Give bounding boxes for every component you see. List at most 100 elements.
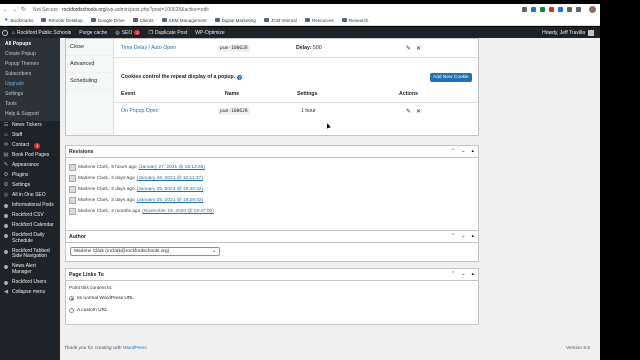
seo-menu[interactable]: ◎ SEO 1 <box>111 30 144 36</box>
option-custom-url-label: A custom URL <box>77 308 108 313</box>
submenu-item[interactable]: Help & Support <box>0 109 60 119</box>
sidebar-item[interactable]: Rockford CSV <box>0 211 60 221</box>
sidebar-item[interactable]: ☺ Staff <box>0 131 60 141</box>
bookmark-item[interactable]: SEM Management <box>161 18 207 23</box>
submenu-item[interactable]: Create Popup <box>0 49 60 59</box>
toggle-panel-icon[interactable]: ▴ <box>471 271 474 277</box>
extension-icon[interactable] <box>531 7 536 12</box>
bookmark-item[interactable]: Resources <box>304 18 334 23</box>
user-menu[interactable]: Howdy, Jeff Travilla <box>542 29 600 36</box>
site-name[interactable]: ⌂ Rockford Public Schools <box>8 30 75 36</box>
sidebar-item-label: News Tickers <box>12 122 42 128</box>
author-selected-value: Marlene Clark (mclark@rockfordschools.or… <box>74 249 170 254</box>
tab-scheduling[interactable]: Scheduling <box>66 73 113 90</box>
revisions-title[interactable]: Revisions <box>66 146 478 158</box>
sidebar-item[interactable]: ☰ News Tickers <box>0 121 60 131</box>
duplicate-label: Duplicate Post <box>154 29 188 36</box>
extension-icon[interactable] <box>549 7 554 12</box>
author-title[interactable]: Author <box>66 231 478 243</box>
purge-cache[interactable]: Purge cache <box>75 30 111 36</box>
revision-author: Marlene Clark, <box>78 176 110 181</box>
revision-date-link[interactable]: (January 25, 2021 @ 19:30:42) <box>137 187 203 192</box>
move-up-icon[interactable]: ⌃ <box>451 271 455 277</box>
edit-icon[interactable]: ✎ <box>406 45 411 52</box>
url-text[interactable]: rockfordschools.org/wp-admin/post.php?po… <box>62 7 209 13</box>
move-down-icon[interactable]: ⌄ <box>461 233 465 239</box>
sidebar-item[interactable]: ◎ All in One SEO <box>0 191 60 201</box>
reload-icon[interactable]: ↻ <box>20 6 27 13</box>
bookmark-item[interactable]: Remote Desktop <box>41 18 83 23</box>
sidebar-item[interactable]: Rockford Daily Schedule <box>0 231 60 247</box>
duplicate-post[interactable]: ❐ Duplicate Post <box>144 30 191 36</box>
bookmark-item[interactable]: Google Drive <box>90 18 125 23</box>
sidebar-item[interactable]: Rockford Tabbed Side Navigation <box>0 247 60 263</box>
sidebar-item[interactable]: ◀ Collapse menu <box>0 288 60 298</box>
cookie-event-link[interactable]: On Popup Open <box>121 108 159 114</box>
sidebar-item[interactable]: ✉ Contact 1 <box>0 141 60 151</box>
help-icon[interactable]: ? <box>237 74 243 80</box>
move-up-icon[interactable]: ⌃ <box>451 233 455 239</box>
revision-date-link[interactable]: (November 18, 2020 @ 19:47:00) <box>142 209 214 214</box>
revision-date-link[interactable]: (January 25, 2021 @ 19:29:42) <box>137 198 203 203</box>
wp-optimize[interactable]: WP-Optimize <box>191 30 228 36</box>
revision-date-link[interactable]: (January 27, 2021 @ 15:12:46) <box>139 165 205 170</box>
revision-date-link[interactable]: (January 26, 2021 @ 10:11:37) <box>137 176 203 181</box>
sidebar-item[interactable]: Rockford Calendar <box>0 221 60 231</box>
add-new-cookie-button[interactable]: Add New Cookie <box>430 73 472 82</box>
profile-avatar[interactable] <box>589 6 596 13</box>
bookmark-item[interactable]: Research <box>341 18 369 23</box>
bookmark-item[interactable]: JCM Internal <box>263 18 297 23</box>
author-title-label: Author <box>69 233 86 240</box>
bookmark-item[interactable]: ★ Bookmarks <box>4 17 33 23</box>
sidebar-item[interactable]: ✎ Appearance <box>0 161 60 171</box>
sidebar-item-label: Staff <box>12 132 23 138</box>
submenu-item[interactable]: All Popups <box>0 39 60 49</box>
security-label[interactable]: Not Secure <box>33 7 58 13</box>
sidebar-item[interactable]: ▤ Book Pod Pages <box>0 151 60 161</box>
submenu-item[interactable]: Upgrade <box>0 79 60 89</box>
sidebar-item[interactable]: News Alert Manager <box>0 262 60 278</box>
submenu-item[interactable]: Subscribers <box>0 69 60 79</box>
header-settings: Settings <box>297 91 318 97</box>
sidebar-item[interactable]: Informational Pods <box>0 201 60 211</box>
bookmark-star-icon[interactable] <box>522 7 527 12</box>
extension-icon[interactable] <box>540 7 545 12</box>
radio-custom-url[interactable] <box>69 308 74 313</box>
radio-normal-url[interactable] <box>69 296 74 301</box>
toggle-panel-icon[interactable]: ▴ <box>471 233 474 239</box>
page-links-prompt: Point this content to: <box>69 286 113 291</box>
back-arrow-icon[interactable]: ← <box>2 7 9 13</box>
move-up-icon[interactable]: ⌃ <box>451 148 455 154</box>
browser-window: ← → ↻ Not Secure rockfordschools.org/wp-… <box>0 0 640 360</box>
contact-icon: ✉ <box>3 142 9 149</box>
move-down-icon[interactable]: ⌄ <box>461 148 465 154</box>
bookmark-item[interactable]: Clients <box>132 18 154 23</box>
page-links-title[interactable]: Page Links To <box>66 269 478 281</box>
extension-icon[interactable] <box>567 7 572 12</box>
option-normal-url[interactable]: Its normal WordPress URL <box>69 296 134 301</box>
wordpress-link[interactable]: WordPress <box>123 346 147 351</box>
delete-icon[interactable]: ✕ <box>416 108 421 115</box>
delete-icon[interactable]: ✕ <box>416 45 421 52</box>
bookmark-item[interactable]: Digital Marketing <box>214 18 256 23</box>
edit-icon[interactable]: ✎ <box>406 108 411 115</box>
sidebar-item[interactable]: Rockford Users <box>0 278 60 288</box>
option-custom-url[interactable]: A custom URL <box>69 308 108 313</box>
tab-advanced[interactable]: Advanced <box>66 56 113 73</box>
sidebar-item[interactable]: ⚙ Plugins <box>0 171 60 181</box>
trigger-name-link[interactable]: Time Delay / Auto Open <box>121 45 176 51</box>
author-select[interactable]: Marlene Clark (mclark@rockfordschools.or… <box>70 247 220 256</box>
extension-icon[interactable] <box>558 7 563 12</box>
move-down-icon[interactable]: ⌄ <box>461 271 465 277</box>
submenu-item[interactable]: Settings <box>0 89 60 99</box>
tab-close[interactable]: Close <box>66 39 113 56</box>
forward-arrow-icon[interactable]: → <box>11 7 18 13</box>
toggle-panel-icon[interactable]: ▴ <box>471 148 474 154</box>
footer-thanks-text: Thank you for creating with <box>64 346 122 351</box>
puzzle-icon[interactable] <box>576 7 581 12</box>
revision-author: Marlene Clark, <box>78 209 110 214</box>
submenu-item[interactable]: Tools <box>0 99 60 109</box>
submenu-item[interactable]: Popup Themes <box>0 59 60 69</box>
sidebar-item[interactable]: ⚙ Settings <box>0 181 60 191</box>
sidebar-item-label: Plugins <box>12 172 29 178</box>
